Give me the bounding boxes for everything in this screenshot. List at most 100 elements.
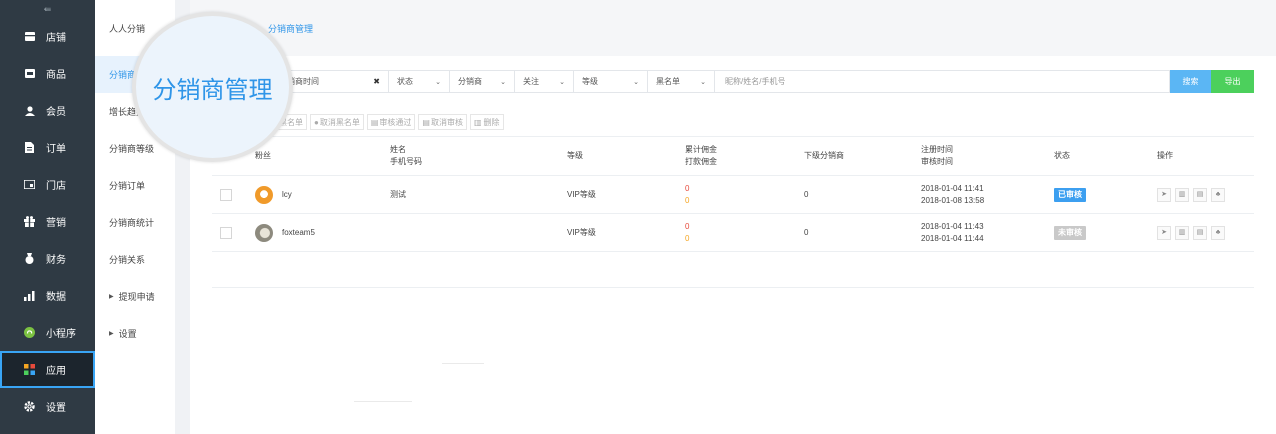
- header-ops: 操作: [1157, 137, 1173, 175]
- sidebar-item-miniprogram[interactable]: 小程序: [0, 314, 95, 351]
- level-value: VIP等级: [567, 189, 596, 199]
- table-row: foxteam5 VIP等级 00 0 2018-01-04 11:43 2018…: [212, 214, 1254, 252]
- document-icon[interactable]: ▤: [1193, 225, 1207, 240]
- status-badge[interactable]: 已审核: [1054, 187, 1086, 202]
- sidebar-item-label: 会员: [46, 107, 66, 118]
- distributor-select[interactable]: 分销商 ⌄: [449, 70, 514, 93]
- ops-cell: ➤ ▥ ▤ ♣: [1157, 176, 1225, 213]
- order-icon: [24, 142, 35, 153]
- row-checkbox[interactable]: [220, 188, 232, 201]
- trash-icon[interactable]: ▥: [1175, 187, 1189, 202]
- subnav-group-withdrawals[interactable]: ▶ 提现申请: [95, 278, 175, 315]
- search-input[interactable]: 昵称/姓名/手机号: [714, 70, 1170, 93]
- header-times: 注册时间 审核时间: [921, 137, 953, 175]
- store-icon: [24, 179, 35, 190]
- users-icon[interactable]: ♣: [1211, 187, 1225, 202]
- sidebar-item-settings[interactable]: 设置: [0, 388, 95, 425]
- sidebar-item-store[interactable]: 门店: [0, 166, 95, 203]
- unapprove-button[interactable]: ▤ 取消审核: [418, 114, 467, 130]
- follow-select[interactable]: 关注 ⌄: [514, 70, 573, 93]
- unblacklist-label: 取消黑名单: [319, 117, 360, 127]
- subnav-group-settings[interactable]: ▶ 设置: [95, 315, 175, 352]
- breadcrumb: 分销商管理: [190, 0, 1276, 56]
- commission-total: 0: [685, 183, 690, 193]
- doc-icon: ▤: [370, 117, 379, 127]
- table-footer-divider: [212, 287, 1254, 288]
- status-badge[interactable]: 未审核: [1054, 225, 1086, 240]
- filter-bar: 分销商时间 ✖ 状态 ⌄ 分销商 ⌄ 关注 ⌄ 等级 ⌄ 黑名单 ⌄ 昵称/姓名/手机号 …: [212, 70, 1254, 93]
- magnifier-label: 分销商管理: [152, 76, 273, 104]
- sidebar-item-apps[interactable]: 应用: [0, 351, 95, 388]
- fans-cell: lcy: [255, 176, 292, 213]
- chevron-down-icon: ⌄: [633, 78, 639, 86]
- caret-right-icon: ▶: [109, 294, 114, 300]
- commission-cell: 00: [685, 176, 689, 213]
- avatar: [255, 185, 273, 204]
- header-label: 累计佣金: [685, 145, 717, 154]
- subnav-item-distribution-relations[interactable]: 分销关系: [95, 241, 175, 278]
- sidebar-item-label: 小程序: [46, 329, 76, 340]
- sidebar-item-label: 营销: [46, 218, 66, 229]
- send-icon[interactable]: ➤: [1157, 225, 1171, 240]
- trash-icon[interactable]: ▥: [1175, 225, 1189, 240]
- header-label: 等级: [567, 151, 583, 160]
- table-header: 粉丝 姓名 手机号码 等级 累计佣金 打款佣金 下级分销商 注册时间 审核时间 状态 …: [212, 136, 1254, 176]
- time-cell: 2018-01-04 11:43 2018-01-04 11:44: [921, 214, 984, 251]
- chart-icon: [24, 290, 35, 301]
- subnav-item-distribution-orders[interactable]: 分销订单: [95, 167, 175, 204]
- header-label: 审核时间: [921, 157, 953, 166]
- sidebar-item-data[interactable]: 数据: [0, 277, 95, 314]
- header-label: 粉丝: [255, 151, 271, 160]
- faint-divider: [442, 363, 484, 364]
- status-select[interactable]: 状态 ⌄: [388, 70, 449, 93]
- level-cell: VIP等级: [567, 214, 596, 251]
- commission-paid: 0: [685, 195, 690, 205]
- apps-icon: [24, 364, 35, 375]
- subnav-item-distributor-stats[interactable]: 分销商统计: [95, 204, 175, 241]
- chevron-down-icon: ⌄: [700, 78, 706, 86]
- status-cell: 已审核: [1054, 176, 1086, 213]
- sidebar-item-finance[interactable]: 财务: [0, 240, 95, 277]
- select-label: 分销商: [458, 77, 482, 86]
- header-label: 注册时间: [921, 145, 953, 154]
- document-icon[interactable]: ▤: [1193, 187, 1207, 202]
- chevron-down-icon: ⌄: [500, 78, 506, 86]
- doc-icon: ▤: [422, 117, 430, 127]
- send-icon[interactable]: ➤: [1157, 187, 1171, 202]
- sidebar-toggle-icon[interactable]: ⇚: [0, 0, 95, 18]
- sidebar-item-label: 店铺: [46, 33, 66, 44]
- gear-icon: [24, 401, 35, 412]
- sidebar-item-goods[interactable]: 商品: [0, 55, 95, 92]
- clear-icon[interactable]: ✖: [373, 77, 380, 86]
- users-icon[interactable]: ♣: [1211, 225, 1225, 240]
- header-name-phone: 姓名 手机号码: [390, 137, 422, 175]
- downline-value: 0: [804, 189, 809, 199]
- export-button[interactable]: 导出: [1211, 70, 1254, 93]
- search-button[interactable]: 搜索: [1170, 70, 1211, 93]
- chevron-down-icon: ⌄: [559, 78, 565, 86]
- row-checkbox-cell: [220, 176, 232, 213]
- header-label: 状态: [1054, 151, 1070, 160]
- sidebar-item-label: 数据: [46, 292, 66, 303]
- sidebar-item-order[interactable]: 订单: [0, 129, 95, 166]
- time-cell: 2018-01-04 11:41 2018-01-08 13:58: [921, 176, 984, 213]
- unblacklist-button[interactable]: ● 取消黑名单: [310, 114, 364, 130]
- search-placeholder: 昵称/姓名/手机号: [725, 77, 786, 86]
- sidebar-item-member[interactable]: 会员: [0, 92, 95, 129]
- miniprogram-icon: [24, 327, 35, 338]
- blacklist-select[interactable]: 黑名单 ⌄: [647, 70, 714, 93]
- shop-icon: [24, 31, 35, 42]
- commission-paid: 0: [685, 233, 690, 243]
- sidebar-item-shop[interactable]: 店铺: [0, 18, 95, 55]
- gift-icon: [24, 216, 35, 227]
- header-label: 打款佣金: [685, 157, 717, 166]
- level-select[interactable]: 等级 ⌄: [573, 70, 647, 93]
- magnifier-callout: 分销商管理: [132, 12, 293, 162]
- reg-time: 2018-01-04 11:43: [921, 221, 984, 231]
- audit-time: 2018-01-04 11:44: [921, 233, 984, 243]
- sidebar-item-marketing[interactable]: 营销: [0, 203, 95, 240]
- row-checkbox[interactable]: [220, 226, 232, 239]
- delete-button[interactable]: ▥ 删除: [469, 114, 504, 130]
- goods-icon: [24, 68, 35, 79]
- approve-button[interactable]: ▤ 审核通过: [366, 114, 416, 130]
